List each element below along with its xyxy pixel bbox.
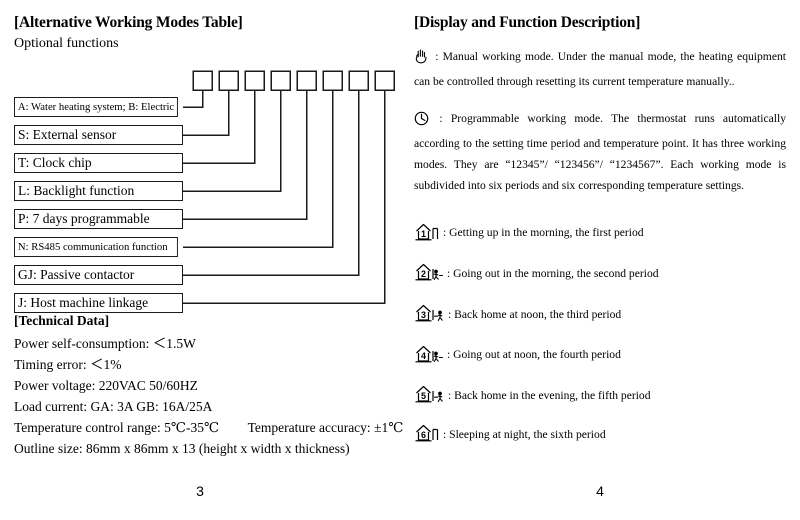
- tech-load-current: Load current: GA: 3A GB: 16A/25A: [14, 399, 213, 414]
- left-page: [Alternative Working Modes Table] Option…: [0, 0, 403, 520]
- manual-mode-text: : Manual working mode. Under the manual …: [414, 50, 786, 88]
- period-5-text: : Back home in the evening, the fifth pe…: [448, 388, 651, 402]
- option-label-a-b: A: Water heating system; B: Electric hea…: [14, 97, 178, 117]
- period-1-text: : Getting up in the morning, the first p…: [443, 226, 644, 239]
- page-number-left: 3: [196, 483, 204, 499]
- period-1-number: 1: [421, 229, 426, 239]
- period-row-1: 1 : Getting up in the morning, the first…: [414, 213, 786, 252]
- optional-functions-subtitle: Optional functions: [14, 36, 119, 51]
- option-label-gj: GJ: Passive contactor: [14, 265, 183, 285]
- tech-temperature-row: Temperature control range: 5℃-35℃ Temper…: [14, 417, 403, 438]
- technical-data-section: [Technical Data] Power self-consumption:…: [14, 313, 403, 459]
- tech-timing-error: Timing error: ＜1%: [14, 357, 122, 372]
- tech-power-voltage: Power voltage: 220VAC 50/60HZ: [14, 378, 198, 393]
- house-period-4-icon: 4: [414, 344, 444, 366]
- option-label-s: S: External sensor: [14, 125, 183, 145]
- period-2-text: : Going out in the morning, the second p…: [447, 266, 659, 280]
- house-period-5-icon: 5: [414, 384, 445, 406]
- period-4-text: : Going out at noon, the fourth period: [447, 348, 621, 361]
- period-row-6: 6 : Sleeping at night, the sixth period: [414, 415, 786, 453]
- option-label-l: L: Backlight function: [14, 181, 183, 201]
- period-5-number: 5: [421, 391, 426, 401]
- tech-outline-size: Outline size: 86mm x 86mm x 13 (height x…: [14, 441, 350, 456]
- option-label-n: N: RS485 communication function: [14, 237, 178, 257]
- period-2-number: 2: [421, 269, 426, 279]
- tech-temperature-range: Temperature control range: 5℃-35℃: [14, 420, 220, 435]
- hand-icon: [414, 47, 429, 71]
- right-page: [Display and Function Description] : Man…: [400, 0, 800, 520]
- period-row-4: 4 : Going out at noon, the fourth period: [414, 334, 786, 375]
- technical-data-heading: [Technical Data]: [14, 313, 110, 328]
- period-6-number: 6: [421, 430, 426, 440]
- option-label-t: T: Clock chip: [14, 153, 183, 173]
- page-number-right: 4: [596, 483, 604, 499]
- clock-icon: [414, 111, 429, 133]
- house-period-6-icon: 6: [414, 423, 440, 445]
- page-title-left: [Alternative Working Modes Table]: [14, 14, 243, 31]
- period-row-3: 3 : Back home at noon, the third period: [414, 294, 786, 334]
- period-row-2: 2 : Going out in the morning, the second…: [414, 252, 786, 294]
- period-3-text: : Back home at noon, the third period: [448, 307, 622, 321]
- house-period-1-icon: 1: [414, 222, 440, 244]
- period-4-number: 4: [421, 351, 426, 361]
- option-label-p: P: 7 days programmable: [14, 209, 183, 229]
- option-label-j: J: Host machine linkage: [14, 293, 183, 313]
- period-3-number: 3: [421, 310, 426, 320]
- page-title-right: [Display and Function Description]: [414, 14, 641, 31]
- period-6-text: : Sleeping at night, the sixth period: [443, 427, 606, 441]
- period-row-5: 5 : Back home in the evening, the fifth …: [414, 375, 786, 415]
- programmable-mode-text: : Programmable working mode. The thermos…: [414, 112, 786, 192]
- manual-mode-description: : Manual working mode. Under the manual …: [414, 46, 786, 92]
- programmable-mode-description: : Programmable working mode. The thermos…: [414, 108, 786, 196]
- tech-temperature-accuracy: Temperature accuracy: ±1℃: [247, 420, 404, 435]
- house-period-3-icon: 3: [414, 303, 445, 325]
- optional-functions-diagram: A: Water heating system; B: Electric hea…: [0, 62, 400, 313]
- tech-power-self-consumption: Power self-consumption: ＜1.5W: [14, 336, 196, 351]
- house-period-2-icon: 2: [414, 262, 444, 284]
